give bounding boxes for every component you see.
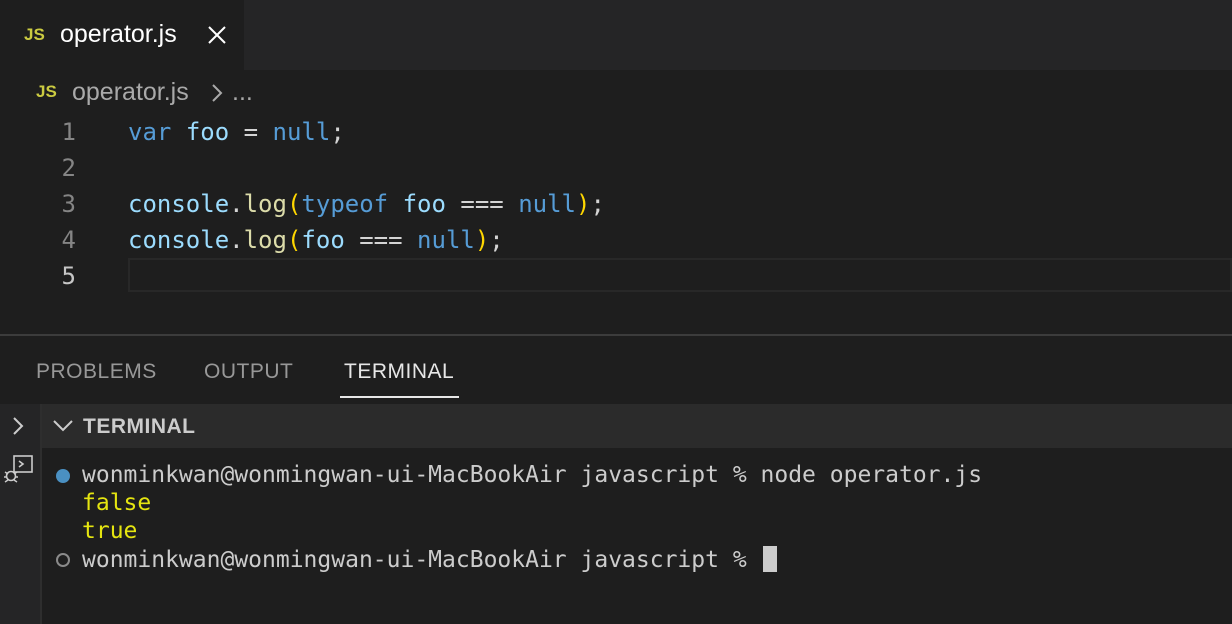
command-success-decoration[interactable] [56,469,70,483]
active-tab-indicator [340,396,459,398]
chevron-right-icon[interactable] [8,414,28,438]
terminal-section-header[interactable]: TERMINAL [42,404,1232,448]
line-number: 4 [61,226,76,254]
editor-tab-label: operator.js [60,20,177,48]
chevron-right-icon [208,82,226,104]
tab-output[interactable]: OUTPUT [204,360,293,384]
breadcrumb-more[interactable]: ... [232,78,253,107]
chevron-down-icon[interactable] [52,418,74,434]
terminal-output-line: true [82,518,138,544]
code-line: 4 console.log(foo === null); [0,222,1232,258]
terminal-output[interactable]: wonminkwan@wonmingwan-ui-MacBookAir java… [42,448,1232,624]
panel-tab-bar: PROBLEMS OUTPUT TERMINAL [0,336,1232,404]
line-number: 3 [61,190,76,218]
line-number: 5 [61,262,76,290]
breadcrumb: JS operator.js ... [0,70,1232,116]
code-line-active: 5 [0,258,1232,294]
code-line: 1 var foo = null; [0,114,1232,150]
code-line: 2 [0,150,1232,186]
editor-tab-operator-js[interactable]: JS operator.js [0,0,244,70]
javascript-file-icon: JS [36,82,57,101]
code-line: 3 console.log(typeof foo === null); [0,186,1232,222]
code-editor[interactable]: 1 var foo = null; 2 3 console.log(typeof… [0,114,1232,334]
current-line-highlight [128,258,1232,292]
code-text: console.log(foo === null); [128,226,504,254]
tab-terminal[interactable]: TERMINAL [344,360,454,384]
terminal-output-line: false [82,490,152,516]
tab-problems[interactable]: PROBLEMS [36,360,157,384]
editor-tab-bar: JS operator.js [0,0,1232,70]
breadcrumb-file[interactable]: operator.js [72,78,189,107]
terminal-section-title: TERMINAL [83,415,196,438]
terminal-cursor [762,546,777,572]
terminal-sidebar [0,404,42,624]
close-icon[interactable] [204,22,230,48]
code-text: var foo = null; [128,118,345,146]
terminal-prompt: wonminkwan@wonmingwan-ui-MacBookAir java… [82,547,761,573]
code-text: console.log(typeof foo === null); [128,190,605,218]
line-number: 2 [61,154,76,182]
terminal-command-line: wonminkwan@wonmingwan-ui-MacBookAir java… [82,462,983,488]
command-pending-decoration[interactable] [56,553,70,567]
debug-terminal-icon[interactable] [2,454,34,486]
line-number: 1 [61,118,76,146]
terminal-prompt-line: wonminkwan@wonmingwan-ui-MacBookAir java… [82,546,777,573]
javascript-file-icon: JS [24,25,45,44]
